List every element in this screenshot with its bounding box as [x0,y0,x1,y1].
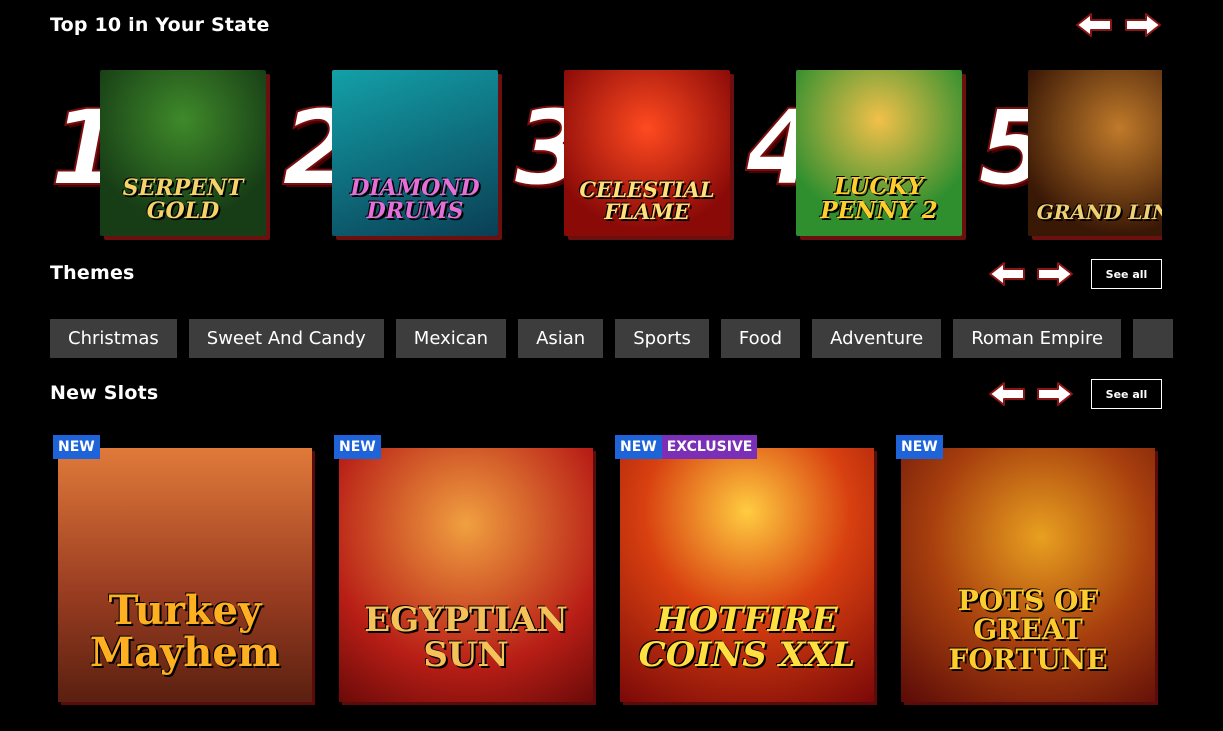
theme-chip-food[interactable]: Food [720,319,801,358]
theme-chip-sweet-and-candy[interactable]: Sweet And Candy [188,319,384,358]
theme-chip-mexican[interactable]: Mexican [395,319,507,358]
badge-group: NEW [896,435,943,459]
game-title: SERPENT GOLD [122,175,244,224]
game-title: LUCKY PENNY 2 [820,173,938,224]
new-slots-carousel: Turkey Mayhem NEW EGYPTIAN SUN NEW HOTFI… [50,430,1162,705]
game-tile[interactable]: DIAMOND DRUMS [332,70,498,236]
badge-group: NEW EXCLUSIVE [615,435,758,459]
badge-group: NEW [53,435,100,459]
slot-image[interactable]: Turkey Mayhem [58,448,312,702]
top10-carousel: 1 SERPENT GOLD 2 DIAMOND DRUMS 3 CELESTI… [50,58,1162,243]
game-tile[interactable]: CELESTIAL FLAME [564,70,730,236]
game-tile[interactable]: GRAND LINE [1028,70,1162,236]
new-badge: NEW [53,435,100,459]
top10-title: Top 10 in Your State [50,14,270,36]
new-slots-next-arrow-icon[interactable] [1036,381,1074,407]
theme-chip-asian[interactable]: Asian [518,319,604,358]
themes-title: Themes [50,262,135,284]
new-slots-title: New Slots [50,382,159,404]
game-title: CELESTIAL FLAME [579,177,715,224]
game-title: GRAND LINE [1036,199,1162,224]
game-tile[interactable]: LUCKY PENNY 2 [796,70,962,236]
themes-chip-row: Christmas Sweet And Candy Mexican Asian Spor… [50,319,1194,358]
exclusive-badge: EXCLUSIVE [661,435,758,459]
new-slots-prev-arrow-icon[interactable] [988,381,1026,407]
top10-item[interactable]: 2 DIAMOND DRUMS [281,58,512,243]
slot-title: HOTFIRE COINS XXL [638,599,856,676]
top10-next-arrow-icon[interactable] [1124,12,1162,38]
slot-image[interactable]: HOTFIRE COINS XXL [620,448,874,702]
slot-card[interactable]: HOTFIRE COINS XXL NEW EXCLUSIVE [612,430,874,705]
slot-image[interactable]: EGYPTIAN SUN [339,448,593,702]
slot-title: Turkey Mayhem [89,587,281,676]
theme-chip-roman-empire[interactable]: Roman Empire [953,319,1122,358]
game-title: DIAMOND DRUMS [350,175,480,224]
new-badge: NEW [615,435,662,459]
slot-image[interactable]: POTS OF GREAT FORTUNE [901,448,1155,702]
slot-card[interactable]: Turkey Mayhem NEW [50,430,312,705]
slot-title: EGYPTIAN SUN [364,599,568,676]
new-badge: NEW [334,435,381,459]
new-slots-see-all-button[interactable]: See all [1091,379,1162,409]
top10-item[interactable]: 5 GRAND LINE [977,58,1162,243]
theme-chip-adventure[interactable]: Adventure [812,319,942,358]
slot-title: POTS OF GREAT FORTUNE [948,583,1108,676]
badge-group: NEW [334,435,381,459]
theme-chip-partial[interactable] [1133,319,1174,358]
top10-item[interactable]: 1 SERPENT GOLD [50,58,280,243]
slot-card[interactable]: EGYPTIAN SUN NEW [331,430,593,705]
top10-item[interactable]: 3 CELESTIAL FLAME [513,58,744,243]
game-tile[interactable]: SERPENT GOLD [100,70,266,236]
top10-item[interactable]: 4 LUCKY PENNY 2 [745,58,976,243]
new-badge: NEW [896,435,943,459]
themes-next-arrow-icon[interactable] [1036,261,1074,287]
theme-chip-sports[interactable]: Sports [615,319,709,358]
slot-card[interactable]: POTS OF GREAT FORTUNE NEW [893,430,1155,705]
themes-prev-arrow-icon[interactable] [988,261,1026,287]
top10-prev-arrow-icon[interactable] [1075,12,1113,38]
themes-see-all-button[interactable]: See all [1091,259,1162,289]
theme-chip-christmas[interactable]: Christmas [50,319,177,358]
